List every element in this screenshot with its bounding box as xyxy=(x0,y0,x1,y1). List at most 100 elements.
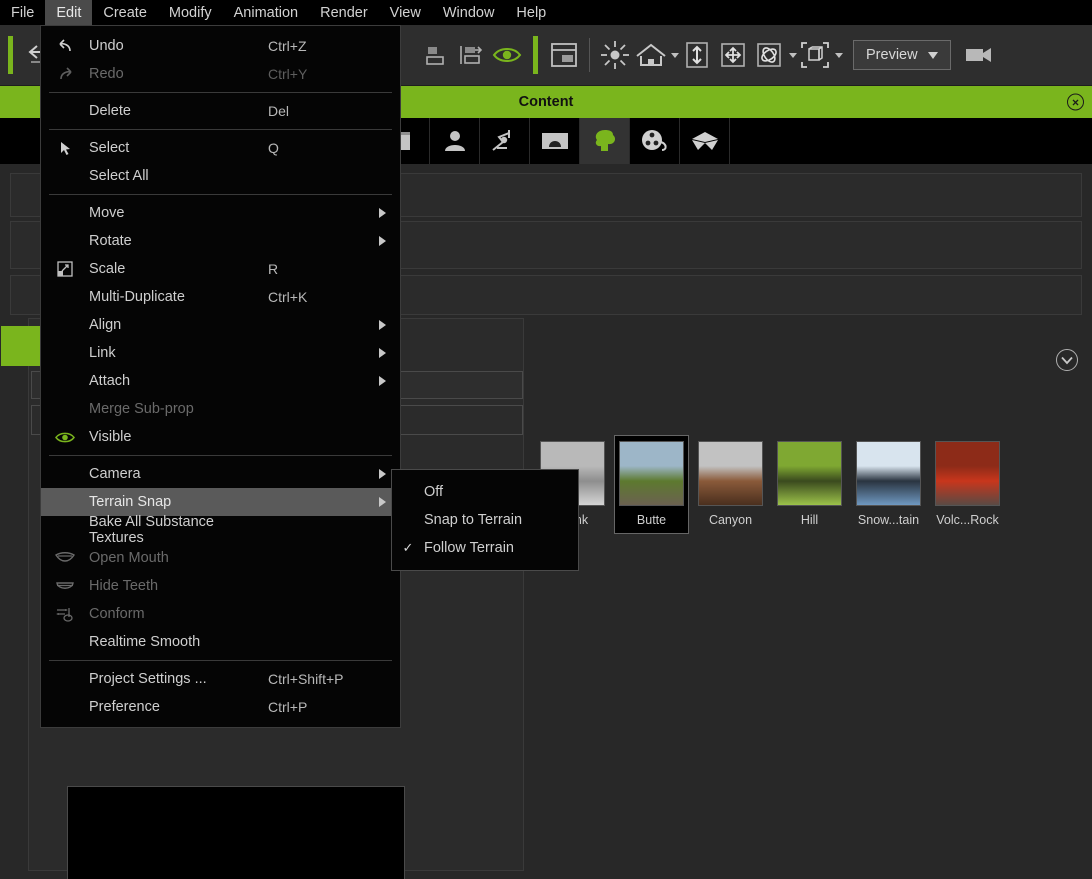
menu-item-bake-all-substance-textures[interactable]: Bake All Substance Textures xyxy=(41,514,400,546)
menu-item-label: Select All xyxy=(89,168,149,184)
menu-item-select[interactable]: Select Q xyxy=(41,134,400,162)
panel-layout-icon[interactable] xyxy=(546,35,582,75)
rotate-icon[interactable] xyxy=(751,35,787,75)
character-tab[interactable] xyxy=(430,118,480,164)
menu-item-rotate[interactable]: Rotate xyxy=(41,227,400,255)
menu-item-label: Multi-Duplicate xyxy=(89,289,185,305)
submenu-arrow-icon xyxy=(379,320,386,330)
menubar-item-edit[interactable]: Edit xyxy=(45,0,93,25)
menu-item-shortcut: Del xyxy=(268,103,290,119)
terrain-tree-tab[interactable] xyxy=(580,118,630,164)
terrain-item[interactable]: Snow...tain xyxy=(852,436,925,533)
menu-item-shortcut: Ctrl+Z xyxy=(268,38,307,54)
active-category-chip xyxy=(1,326,41,366)
close-icon[interactable]: × xyxy=(1067,93,1084,111)
menu-item-visible[interactable]: Visible xyxy=(41,423,400,451)
menubar-item-modify[interactable]: Modify xyxy=(158,0,223,25)
submenu-item-snap-to-terrain[interactable]: Snap to Terrain xyxy=(392,506,578,534)
menubar-item-view[interactable]: View xyxy=(379,0,432,25)
menu-item-label: Realtime Smooth xyxy=(89,634,201,650)
menu-item-label: Terrain Snap xyxy=(89,494,172,510)
terrain-item-label: Snow...tain xyxy=(857,513,920,527)
stage-tab[interactable] xyxy=(530,118,580,164)
cursor-arrow-icon xyxy=(41,141,89,156)
menu-item-shortcut: Q xyxy=(268,140,279,156)
submenu-arrow-icon xyxy=(379,236,386,246)
edit-dropdown-menu: Undo Ctrl+Z Redo Ctrl+Y Delete Del Select Q Sele… xyxy=(40,25,401,728)
menu-item-move[interactable]: Move xyxy=(41,199,400,227)
menu-item-camera[interactable]: Camera xyxy=(41,460,400,488)
menu-item-delete[interactable]: Delete Del xyxy=(41,97,400,125)
terrain-item-label: Canyon xyxy=(708,513,753,527)
menubar-item-window[interactable]: Window xyxy=(432,0,506,25)
media-reel-tab[interactable] xyxy=(630,118,680,164)
chevron-down-icon-expand[interactable] xyxy=(1056,349,1078,371)
menu-item-label: Bake All Substance Textures xyxy=(89,514,214,546)
motion-tab[interactable] xyxy=(480,118,530,164)
menu-item-link[interactable]: Link xyxy=(41,339,400,367)
move-vertical-icon[interactable] xyxy=(679,35,715,75)
home-icon[interactable] xyxy=(633,35,669,75)
page-title: Content xyxy=(518,94,574,110)
scale-icon xyxy=(41,261,89,277)
terrain-item-label: Butte xyxy=(636,513,667,527)
eye-visible-icon[interactable] xyxy=(489,35,525,75)
submenu-item-off[interactable]: Off xyxy=(392,478,578,506)
package-tab[interactable] xyxy=(680,118,730,164)
menu-item-shortcut: Ctrl+Y xyxy=(268,66,308,82)
align-bottom-icon[interactable] xyxy=(417,35,453,75)
menu-item-label: Delete xyxy=(89,103,131,119)
terrain-item[interactable]: Volc...Rock xyxy=(931,436,1004,533)
menu-separator xyxy=(49,129,392,130)
menu-separator xyxy=(49,660,392,661)
menu-item-label: Merge Sub-prop xyxy=(89,401,194,417)
menu-item-project-settings[interactable]: Project Settings ... Ctrl+Shift+P xyxy=(41,665,400,693)
menu-item-shortcut: Ctrl+P xyxy=(268,699,308,715)
application-window: File Edit Create Modify Animation Render View W… xyxy=(0,0,1092,879)
menubar-item-file[interactable]: File xyxy=(0,0,45,25)
menu-item-undo[interactable]: Undo Ctrl+Z xyxy=(41,32,400,60)
menu-item-label: Conform xyxy=(89,606,145,622)
menu-item-label: Open Mouth xyxy=(89,550,169,566)
menu-item-attach[interactable]: Attach xyxy=(41,367,400,395)
check-icon: ✓ xyxy=(402,540,414,555)
menubar-item-animation[interactable]: Animation xyxy=(223,0,309,25)
menu-item-conform: Conform xyxy=(41,600,400,628)
menu-item-scale[interactable]: Scale R xyxy=(41,255,400,283)
submenu-item-label: Snap to Terrain xyxy=(424,512,523,528)
menu-item-terrain-snap[interactable]: Terrain Snap xyxy=(41,488,400,516)
scale-bound-icon[interactable] xyxy=(797,35,833,75)
terrain-thumbnail xyxy=(856,441,921,506)
chevron-down-icon-3[interactable] xyxy=(835,52,843,58)
menubar-item-render[interactable]: Render xyxy=(309,0,379,25)
redo-icon xyxy=(41,66,89,82)
submenu-item-follow-terrain[interactable]: ✓ Follow Terrain xyxy=(392,534,578,562)
send-to-icon[interactable] xyxy=(453,35,489,75)
preview-label: Preview xyxy=(866,47,918,63)
chevron-down-icon[interactable] xyxy=(671,52,679,58)
accent-bar-2 xyxy=(533,36,538,74)
menu-item-preference[interactable]: Preference Ctrl+P xyxy=(41,693,400,721)
submenu-arrow-icon xyxy=(379,497,386,507)
menu-item-realtime-smooth[interactable]: Realtime Smooth xyxy=(41,628,400,656)
menu-item-align[interactable]: Align xyxy=(41,311,400,339)
move-icon[interactable] xyxy=(715,35,751,75)
terrain-item[interactable]: Canyon xyxy=(694,436,767,533)
terrain-item-label: Volc...Rock xyxy=(936,513,999,527)
terrain-item[interactable]: Butte xyxy=(614,435,689,534)
preview-thumbnail-box xyxy=(67,786,405,879)
conform-icon xyxy=(41,606,89,622)
menu-item-multi-duplicate[interactable]: Multi-Duplicate Ctrl+K xyxy=(41,283,400,311)
menubar-item-help[interactable]: Help xyxy=(505,0,557,25)
menu-item-shortcut: Ctrl+K xyxy=(268,289,308,305)
chevron-down-icon-4 xyxy=(927,51,938,59)
menu-item-label: Align xyxy=(89,317,122,333)
chevron-down-icon-2[interactable] xyxy=(789,52,797,58)
terrain-item[interactable]: Hill xyxy=(773,436,846,533)
menu-item-select-all[interactable]: Select All xyxy=(41,162,400,190)
light-sun-icon[interactable] xyxy=(597,35,633,75)
preview-dropdown[interactable]: Preview xyxy=(853,40,951,70)
menubar-item-create[interactable]: Create xyxy=(92,0,158,25)
terrain-item-label: Hill xyxy=(800,513,819,527)
camera-icon[interactable] xyxy=(961,35,997,75)
